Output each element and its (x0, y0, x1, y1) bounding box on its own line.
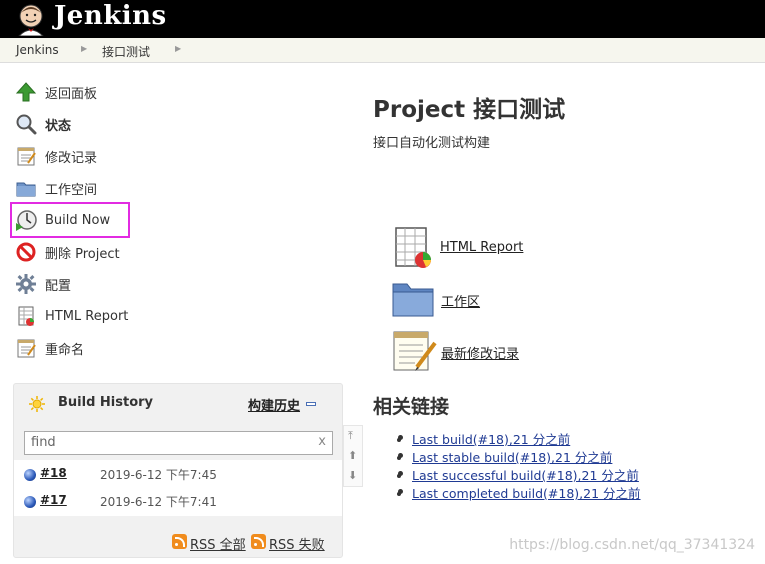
list-item: Last build(#18),21 分之前 (397, 429, 570, 448)
last-completed-build-link[interactable]: Last completed build(#18),21 分之前 (412, 486, 641, 501)
watermark: https://blog.csdn.net/qq_37341324 (509, 537, 755, 553)
rss-all-link[interactable]: RSS 全部 (190, 534, 246, 553)
build-number-link[interactable]: #18 (40, 466, 67, 480)
rss-failed-link[interactable]: RSS 失败 (269, 534, 325, 553)
rss-icon[interactable] (172, 534, 187, 549)
rss-icon[interactable] (251, 534, 266, 549)
related-links-heading: 相关链接 (373, 396, 450, 418)
gear-icon (14, 272, 38, 296)
task-rename[interactable]: 重命名 (14, 335, 84, 361)
notepad-icon (14, 336, 38, 360)
task-label: 修改记录 (45, 150, 98, 166)
html-report-link[interactable]: HTML Report (440, 240, 523, 255)
build-history-title: Build History (58, 395, 154, 410)
report-icon[interactable] (393, 226, 435, 274)
top-header: Jenkins (0, 0, 765, 38)
report-icon (14, 304, 38, 328)
task-workspace[interactable]: 工作空间 (14, 175, 97, 201)
breadcrumb: Jenkins ▶ 接口测试 ▶ (0, 38, 765, 63)
recent-changes-link[interactable]: 最新修改记录 (441, 343, 519, 362)
list-item: Last completed build(#18),21 分之前 (398, 483, 641, 502)
task-delete-project[interactable]: 删除 Project (14, 239, 120, 265)
build-date: 2019-6-12 下午7:45 (100, 468, 217, 482)
jenkins-butler-logo-icon[interactable] (14, 2, 48, 37)
magnifier-icon (14, 112, 38, 136)
task-back-to-dashboard[interactable]: 返回面板 (14, 79, 97, 105)
breadcrumb-separator-icon[interactable]: ▶ (175, 44, 181, 53)
up-arrow-icon (14, 80, 38, 104)
project-description: 接口自动化测试构建 (373, 136, 491, 151)
task-changes[interactable]: 修改记录 (14, 143, 97, 169)
page-up-icon[interactable]: ⬆ (348, 449, 357, 462)
task-label: 重命名 (45, 342, 85, 358)
build-search-input[interactable]: find x (24, 431, 333, 455)
blue-ball-status-icon (24, 469, 36, 481)
task-label: 状态 (45, 118, 72, 134)
folder-icon (14, 176, 38, 200)
task-html-report[interactable]: HTML Report (14, 303, 128, 329)
build-list: #18 2019-6-12 下午7:45 #17 2019-6-12 下午7:4… (14, 460, 342, 516)
task-label: Build Now (45, 212, 111, 228)
build-history-pager: ⤒ ⬆ ⬇ (343, 425, 363, 487)
task-label: 工作空间 (45, 182, 98, 198)
page-top-icon[interactable]: ⤒ (348, 429, 353, 443)
task-label: 配置 (45, 278, 72, 294)
last-successful-build-link[interactable]: Last successful build(#18),21 分之前 (412, 468, 639, 483)
task-label: HTML Report (45, 308, 129, 324)
build-trend-link[interactable]: 构建历史 (248, 395, 300, 414)
last-stable-build-link[interactable]: Last stable build(#18),21 分之前 (412, 450, 612, 465)
task-build-now[interactable]: Build Now (14, 207, 110, 233)
clock-build-icon (14, 208, 38, 232)
page-down-icon[interactable]: ⬇ (348, 469, 357, 482)
breadcrumb-project[interactable]: 接口测试 (102, 43, 150, 60)
last-build-link[interactable]: Last build(#18),21 分之前 (412, 432, 570, 447)
task-label: 返回面板 (45, 86, 98, 102)
breadcrumb-separator-icon[interactable]: ▶ (81, 44, 87, 53)
brand-title[interactable]: Jenkins (54, 1, 167, 31)
list-item: Last stable build(#18),21 分之前 (397, 447, 612, 466)
folder-icon[interactable] (391, 280, 435, 322)
build-row[interactable]: #17 2019-6-12 下午7:41 (14, 488, 342, 515)
page-title: Project 接口测试 (373, 97, 566, 123)
blue-ball-status-icon (24, 496, 36, 508)
task-configure[interactable]: 配置 (14, 271, 71, 297)
task-label: 删除 Project (45, 246, 120, 262)
clear-search-icon[interactable]: x (318, 434, 326, 449)
notepad-icon (14, 144, 38, 168)
build-row[interactable]: #18 2019-6-12 下午7:45 (14, 461, 342, 488)
task-status[interactable]: 状态 (14, 111, 71, 137)
sun-weather-icon (28, 395, 46, 413)
collapse-minus-icon[interactable] (306, 402, 316, 406)
list-item: Last successful build(#18),21 分之前 (398, 465, 639, 484)
breadcrumb-jenkins[interactable]: Jenkins (16, 43, 59, 57)
workspace-link[interactable]: 工作区 (441, 291, 480, 310)
build-date: 2019-6-12 下午7:41 (100, 495, 217, 509)
build-search-placeholder: find (31, 435, 56, 450)
build-number-link[interactable]: #17 (40, 493, 67, 507)
build-history-widget: Build History 构建历史 find x #18 2019-6-12 … (13, 383, 343, 558)
no-entry-icon (14, 240, 38, 264)
notepad-icon[interactable] (391, 327, 437, 377)
